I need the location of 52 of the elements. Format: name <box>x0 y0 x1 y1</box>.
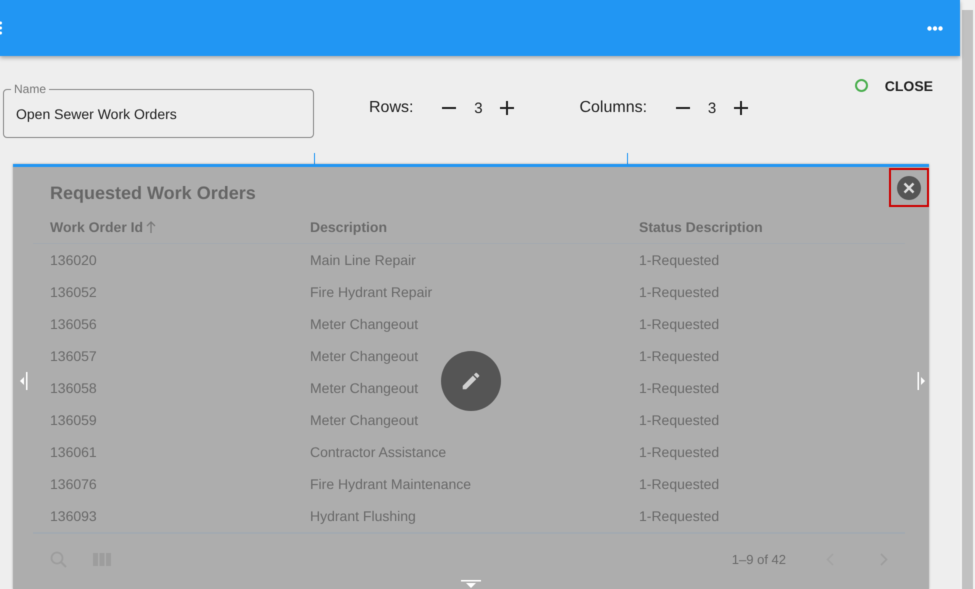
table-cell: Meter Changeout <box>310 380 418 396</box>
scrollbar-thumb[interactable] <box>962 10 973 589</box>
table-cell: 1-Requested <box>639 476 720 492</box>
minus-icon <box>442 107 456 109</box>
close-icon <box>897 176 921 200</box>
table-cell: Contractor Assistance <box>310 444 446 460</box>
close-button[interactable]: CLOSE <box>884 78 933 94</box>
table-cell: 1-Requested <box>639 348 720 364</box>
table-cell: 136052 <box>50 284 97 300</box>
name-field-label: Name <box>13 82 48 96</box>
pagination-text: 1–9 of 42 <box>732 552 786 566</box>
table-cell: Main Line Repair <box>310 252 416 268</box>
table-cell: 1-Requested <box>639 316 720 332</box>
columns-label: Columns: <box>579 99 648 117</box>
table-cell: Meter Changeout <box>310 412 418 428</box>
menu-icon[interactable] <box>0 21 3 35</box>
resize-handle-icon[interactable] <box>19 372 28 390</box>
table-cell: Hydrant Flushing <box>310 508 416 524</box>
table-cell: 136076 <box>50 476 97 492</box>
table-cell: 1-Requested <box>639 380 720 396</box>
table-cell: Fire Hydrant Maintenance <box>310 476 472 492</box>
table-cell: 136057 <box>50 348 97 364</box>
name-input[interactable]: Open Sewer Work Orders <box>16 106 301 122</box>
rows-value: 3 <box>473 100 484 116</box>
table-cell: 1-Requested <box>639 508 720 524</box>
plus-icon <box>500 101 514 115</box>
resize-handle-icon[interactable] <box>917 372 926 390</box>
more-icon[interactable] <box>927 26 943 30</box>
arrow-up-icon <box>146 220 156 234</box>
minus-icon <box>676 107 690 109</box>
table-cell: Fire Hydrant Repair <box>310 284 432 300</box>
table-cell: 136058 <box>50 380 97 396</box>
rows-label: Rows: <box>369 99 414 117</box>
status-ring-icon <box>854 78 868 92</box>
columns-value: 3 <box>706 100 718 116</box>
widget-title: Requested Work Orders <box>49 182 257 201</box>
table-cell: 136093 <box>50 508 97 524</box>
table-cell: 136020 <box>50 252 97 268</box>
table-cell: 136061 <box>50 444 97 460</box>
close-button[interactable] <box>889 168 929 207</box>
table-cell: 136059 <box>50 412 97 428</box>
pencil-icon <box>460 370 482 392</box>
table-cell: Meter Changeout <box>310 348 418 364</box>
name-field[interactable]: Name Open Sewer Work Orders <box>3 82 314 138</box>
plus-icon <box>734 101 748 115</box>
table-cell: 136056 <box>50 316 97 332</box>
table-cell: 1-Requested <box>639 284 720 300</box>
resize-handle-icon[interactable] <box>461 580 481 589</box>
table-cell: 1-Requested <box>639 412 720 428</box>
table-cell: 1-Requested <box>639 252 720 268</box>
table-cell: 1-Requested <box>639 444 720 460</box>
table-cell: Meter Changeout <box>310 316 418 332</box>
